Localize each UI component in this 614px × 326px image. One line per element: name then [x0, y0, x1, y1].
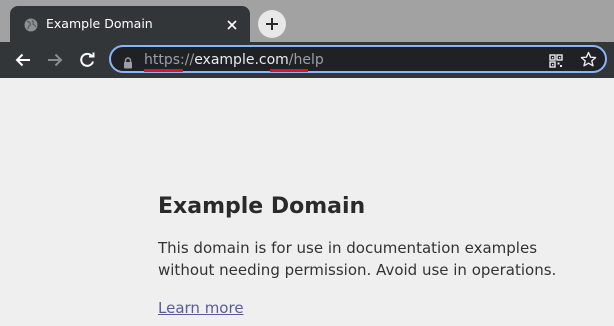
qr-code-icon[interactable] — [549, 53, 563, 68]
new-tab-button[interactable] — [258, 10, 286, 38]
reload-icon[interactable] — [78, 51, 96, 69]
browser-tab[interactable]: Example Domain — [10, 6, 250, 42]
page-heading: Example Domain — [158, 194, 366, 219]
tab-title: Example Domain — [46, 16, 153, 31]
url-host: example.com — [194, 52, 289, 68]
plus-icon — [266, 18, 278, 30]
path-annotation-underline — [270, 69, 308, 72]
address-bar[interactable]: https://example.com/help — [109, 45, 607, 73]
globe-icon — [24, 17, 38, 32]
back-arrow-icon[interactable] — [14, 51, 32, 69]
tab-strip: Example Domain — [0, 0, 614, 42]
forward-arrow-icon[interactable] — [46, 51, 64, 69]
url-text[interactable]: https://example.com/help — [144, 51, 324, 69]
scheme-annotation-underline — [144, 69, 183, 72]
bookmark-star-icon[interactable] — [580, 51, 597, 68]
url-path: /help — [288, 52, 324, 68]
url-scheme: https:// — [144, 52, 195, 68]
browser-toolbar: https://example.com/help — [0, 42, 614, 78]
page-paragraph: This domain is for use in documentation … — [158, 239, 557, 279]
learn-more-link[interactable]: Learn more — [158, 297, 244, 319]
close-tab-icon[interactable] — [225, 17, 239, 31]
lock-icon[interactable] — [123, 54, 133, 69]
